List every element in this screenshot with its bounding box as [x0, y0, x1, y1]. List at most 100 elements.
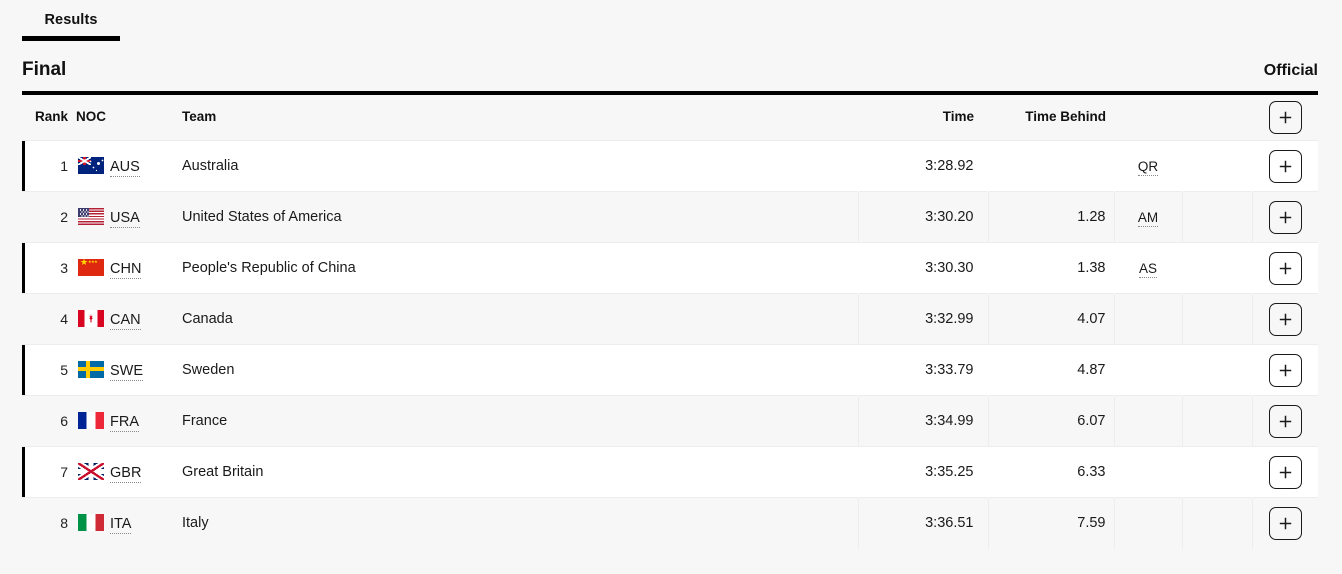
record-abbr[interactable]: AM	[1137, 209, 1159, 227]
cell-time: 3:30.30	[858, 242, 988, 294]
cell-extra	[1182, 140, 1252, 192]
cell-team: Canada	[172, 293, 858, 345]
expand-row-button[interactable]	[1268, 404, 1302, 438]
cell-noc: AUS	[72, 140, 172, 192]
column-header-extra	[1182, 95, 1252, 141]
cell-record	[1113, 395, 1182, 447]
table-header: Rank NOC Team Time Time Behind	[22, 95, 1318, 141]
cell-rank: 1	[22, 140, 72, 192]
column-header-record	[1114, 95, 1182, 141]
cell-noc: USA	[72, 191, 172, 243]
cell-time-behind: 7.59	[987, 497, 1114, 549]
noc-code[interactable]: ITA	[110, 516, 132, 535]
noc-code[interactable]: CAN	[110, 312, 141, 331]
table-row[interactable]: 1 AUS Australia 3:28.92 QR	[22, 140, 1318, 192]
results-table: Rank NOC Team Time Time Behind 1 AUS Austr…	[22, 95, 1318, 549]
cell-team: Italy	[172, 497, 858, 549]
cell-extra	[1181, 191, 1252, 243]
cell-extra	[1181, 497, 1252, 549]
plus-icon	[1279, 211, 1291, 223]
cell-time: 3:32.99	[857, 293, 988, 345]
cell-time: 3:30.20	[857, 191, 988, 243]
cell-rank: 7	[22, 446, 72, 498]
noc-code[interactable]: GBR	[110, 465, 142, 484]
noc-code[interactable]: USA	[110, 210, 140, 229]
record-abbr[interactable]: AS	[1138, 260, 1157, 278]
page-title: Final	[22, 59, 67, 80]
column-header-time-behind[interactable]: Time Behind	[988, 95, 1114, 141]
cell-noc: CHN	[72, 242, 172, 294]
plus-icon	[1279, 313, 1291, 325]
cell-noc: FRA	[72, 395, 172, 447]
expand-row-button[interactable]	[1268, 200, 1302, 234]
noc-code[interactable]: FRA	[110, 414, 139, 433]
cell-rank: 8	[22, 497, 72, 549]
cell-team: Australia	[172, 140, 858, 192]
cell-record: QR	[1114, 140, 1182, 192]
plus-icon	[1279, 262, 1291, 274]
plus-icon	[1279, 466, 1291, 478]
flag-icon-ita	[78, 514, 104, 532]
flag-icon-can	[78, 309, 104, 327]
cell-time-behind: 4.87	[988, 344, 1114, 396]
cell-expand	[1251, 497, 1318, 549]
table-row[interactable]: 7 GBR Great Britain 3:35.25 6.33	[22, 446, 1318, 498]
expand-row-button[interactable]	[1268, 455, 1302, 489]
cell-time: 3:35.25	[858, 446, 988, 498]
noc-code[interactable]: CHN	[110, 261, 142, 280]
table-row[interactable]: 3 CHN People's Republic of China3:30.301.3…	[22, 242, 1318, 294]
expand-row-button[interactable]	[1268, 353, 1302, 387]
cell-expand	[1251, 191, 1318, 243]
table-row[interactable]: 6 FRA France 3:34.99 6.07	[22, 395, 1318, 447]
table-row[interactable]: 2 USA United States of America 3:30.20 1.28 A…	[22, 191, 1318, 243]
cell-expand	[1252, 242, 1318, 294]
table-row[interactable]: 8 ITA Italy 3:36.51 7.59	[22, 497, 1318, 549]
cell-extra	[1182, 446, 1252, 498]
table-row[interactable]: 5 SWE Sweden 3:33.79 4.87	[22, 344, 1318, 396]
cell-expand	[1252, 140, 1318, 192]
cell-expand	[1251, 395, 1318, 447]
noc-code[interactable]: AUS	[110, 159, 140, 178]
expand-row-button[interactable]	[1268, 302, 1302, 336]
expand-all-button[interactable]	[1268, 101, 1302, 134]
tab-active-indicator	[22, 36, 120, 41]
tab-results[interactable]: Results	[22, 0, 120, 40]
cell-rank: 4	[22, 293, 72, 345]
expand-row-button[interactable]	[1268, 149, 1302, 183]
cell-expand	[1252, 344, 1318, 396]
section-header: Final Official	[22, 45, 1318, 95]
cell-extra	[1181, 293, 1252, 345]
cell-rank: 6	[22, 395, 72, 447]
cell-record	[1114, 344, 1182, 396]
column-header-noc[interactable]: NOC	[72, 95, 172, 141]
cell-time-behind: 1.28	[987, 191, 1114, 243]
record-abbr[interactable]: QR	[1137, 158, 1159, 176]
cell-noc: ITA	[72, 497, 172, 549]
cell-team: United States of America	[172, 191, 858, 243]
noc-code[interactable]: SWE	[110, 363, 144, 382]
table-header-row: Rank NOC Team Time Time Behind	[22, 95, 1318, 141]
cell-time: 3:28.92	[858, 140, 988, 192]
cell-team: France	[172, 395, 858, 447]
column-header-expand	[1252, 95, 1318, 141]
table-row[interactable]: 4 CAN Canada 3:32.99 4.07	[22, 293, 1318, 345]
expand-row-button[interactable]	[1268, 506, 1302, 540]
flag-icon-fra	[78, 411, 104, 429]
results-table-container: Rank NOC Team Time Time Behind 1 AUS Austr…	[22, 95, 1318, 549]
expand-row-button[interactable]	[1268, 251, 1302, 285]
column-header-time[interactable]: Time	[858, 95, 988, 141]
column-header-team[interactable]: Team	[172, 95, 858, 141]
table-body: 1 AUS Australia 3:28.92 QR 2 USA United States …	[22, 140, 1318, 549]
cell-time-behind: 4.07	[987, 293, 1114, 345]
plus-icon	[1279, 415, 1291, 427]
cell-expand	[1252, 446, 1318, 498]
cell-time-behind	[988, 140, 1114, 192]
plus-icon	[1279, 111, 1291, 124]
status-badge: Official	[1263, 62, 1318, 79]
cell-extra	[1182, 242, 1252, 294]
flag-icon-usa	[78, 207, 104, 225]
cell-rank: 3	[22, 242, 72, 294]
column-header-rank[interactable]: Rank	[22, 95, 72, 141]
cell-noc: SWE	[72, 344, 172, 396]
cell-noc: CAN	[72, 293, 172, 345]
